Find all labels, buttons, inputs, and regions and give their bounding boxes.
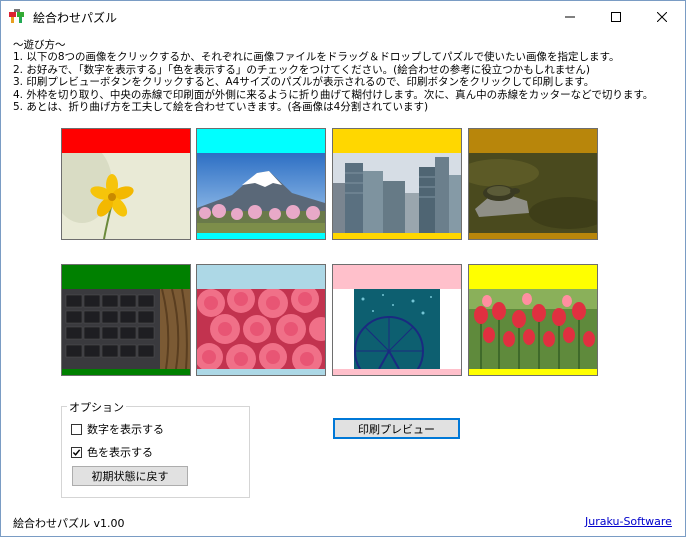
close-button[interactable]: [639, 1, 685, 32]
instruction-step-2: 2. お好みで、「数字を表示する」「色を表示する」のチェックをつけてください。(…: [13, 63, 590, 76]
instructions-heading: 〜遊び方〜: [13, 39, 66, 51]
juraku-software-link[interactable]: Juraku-Software: [585, 515, 672, 528]
tulips-image: [469, 289, 597, 369]
keyboard-image: [62, 289, 190, 369]
maximize-button[interactable]: [593, 1, 639, 32]
minimize-button[interactable]: [547, 1, 593, 32]
close-icon: [657, 11, 667, 22]
show-numbers-checkbox[interactable]: 数字を表示する: [71, 421, 164, 437]
instruction-step-4: 4. 外枠を切り取り、中央の赤線で印刷面が外側に来るように折り曲げて糊付けします…: [13, 88, 654, 101]
tile-roses[interactable]: [196, 264, 326, 376]
instruction-step-1: 1. 以下の8つの画像をクリックするか、それぞれに画像ファイルをドラッグ＆ドロッ…: [13, 51, 620, 64]
show-numbers-label: 数字を表示する: [87, 423, 164, 436]
city-image: [333, 153, 461, 233]
tile-mountain[interactable]: [196, 128, 326, 240]
flower-image: [62, 153, 190, 239]
instruction-step-3: 3. 印刷プレビューボタンをクリックすると、A4サイズのパズルが表示されるので、…: [13, 76, 595, 89]
tile-city[interactable]: [332, 128, 462, 240]
window-title: 絵合わせパズル: [33, 11, 118, 25]
maximize-icon: [611, 11, 621, 22]
tile-tulips[interactable]: [468, 264, 598, 376]
checkmark-icon: [72, 448, 81, 456]
show-colors-box[interactable]: [71, 446, 82, 458]
tile-keyboard[interactable]: [61, 264, 191, 376]
show-numbers-box[interactable]: [71, 423, 82, 435]
reset-button[interactable]: 初期状態に戻す: [72, 466, 188, 486]
app-icon: [9, 9, 24, 23]
tile-ferris[interactable]: [332, 264, 462, 376]
mountain-image: [197, 153, 325, 233]
minimize-icon: [565, 16, 575, 17]
roses-image: [197, 289, 325, 369]
instructions: 〜遊び方〜 1. 以下の8つの画像をクリックするか、それぞれに画像ファイルをドラ…: [13, 39, 683, 113]
instruction-step-5: 5. あとは、折り曲げ方を工夫して絵を合わせていきます。(各画像は4分割されてい…: [13, 100, 429, 113]
show-colors-checkbox[interactable]: 色を表示する: [71, 444, 153, 460]
options-legend: オプション: [67, 399, 126, 415]
version-label: 絵合わせパズル v1.00: [13, 517, 125, 530]
show-colors-label: 色を表示する: [87, 446, 153, 459]
tile-flower[interactable]: [61, 128, 191, 240]
title-bar[interactable]: 絵合わせパズル: [1, 1, 685, 32]
ferris-wheel-image: [333, 289, 461, 369]
print-preview-button[interactable]: 印刷プレビュー: [333, 418, 460, 439]
turtle-image: [469, 153, 597, 233]
tile-turtle[interactable]: [468, 128, 598, 240]
app-window: 絵合わせパズル 〜遊び方〜 1. 以下の8つの画像をクリックするか、それぞれに画…: [0, 0, 686, 537]
